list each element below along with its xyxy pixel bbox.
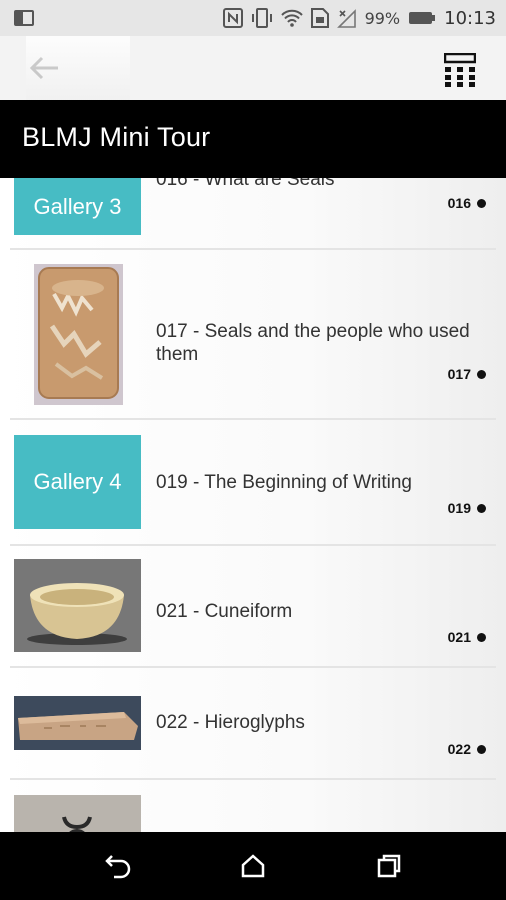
item-code: 017 <box>448 366 486 382</box>
nfc-icon <box>222 8 243 28</box>
list-item[interactable]: 021 - Cuneiform 021 <box>0 546 506 668</box>
item-title: 017 - Seals and the people who used them <box>156 321 470 365</box>
sim-icon <box>310 8 329 28</box>
battery-icon <box>408 11 436 25</box>
bullet-dot-icon <box>477 503 486 513</box>
clock: 10:13 <box>444 7 496 29</box>
gallery-label: Gallery 4 <box>33 469 122 494</box>
item-title: 022 - Hieroglyphs <box>156 712 305 733</box>
stop-number: 019 <box>447 500 471 516</box>
nav-recents-icon <box>377 854 401 878</box>
stop-number: 022 <box>447 741 471 757</box>
keypad-button[interactable] <box>438 50 482 90</box>
item-code: 016 <box>448 195 486 211</box>
item-thumbnail <box>14 696 141 750</box>
gallery-label: Gallery 3 <box>33 193 122 219</box>
nav-back-icon <box>105 855 131 879</box>
bullet-dot-icon <box>477 744 486 754</box>
stop-number: 021 <box>447 629 471 645</box>
screen-mirror-icon <box>14 9 34 27</box>
item-title: 021 - Cuneiform <box>156 601 293 622</box>
header-background-image <box>26 36 130 100</box>
gallery-tile: Gallery 4 <box>14 435 141 529</box>
item-thumbnail <box>14 559 141 652</box>
vibrate-icon <box>251 8 273 28</box>
item-title: 019 - The Beginning of Writing <box>156 472 412 493</box>
nav-home-button[interactable] <box>236 849 270 883</box>
wifi-icon <box>280 9 303 27</box>
list-item[interactable]: Gallery 3 016 - What are Seals 016 <box>0 178 506 250</box>
gallery-tile: Gallery 3 <box>14 178 141 235</box>
system-nav-bar <box>0 832 506 900</box>
item-code: 021 <box>448 629 486 645</box>
stop-list[interactable]: Gallery 3 016 - What are Seals 016 017 -… <box>0 178 506 832</box>
bullet-dot-icon <box>477 198 486 208</box>
stop-number: 016 <box>447 195 471 211</box>
list-item[interactable]: 017 - Seals and the people who used them… <box>0 250 506 420</box>
nav-recents-button[interactable] <box>372 849 406 883</box>
item-code: 019 <box>448 500 486 516</box>
item-code: 022 <box>448 741 486 757</box>
title-bar: BLMJ Mini Tour <box>0 100 506 178</box>
no-signal-icon <box>336 8 357 28</box>
item-title: 016 - What are Seals <box>156 178 335 190</box>
list-item[interactable]: Gallery 4 019 - The Beginning of Writing… <box>0 420 506 546</box>
list-item[interactable]: 022 - Hieroglyphs 022 <box>0 668 506 780</box>
page-title: BLMJ Mini Tour <box>22 122 211 152</box>
stop-number: 017 <box>447 366 471 382</box>
nav-back-button[interactable] <box>101 849 135 883</box>
item-thumbnail <box>14 795 141 832</box>
bullet-dot-icon <box>477 632 486 642</box>
nav-home-icon <box>241 854 265 878</box>
item-thumbnail <box>34 264 123 405</box>
list-item[interactable] <box>0 780 506 832</box>
battery-percent: 99% <box>364 8 401 28</box>
keypad-grid-icon <box>444 53 476 87</box>
bullet-dot-icon <box>477 369 486 379</box>
status-bar: 99% 10:13 <box>0 0 506 36</box>
